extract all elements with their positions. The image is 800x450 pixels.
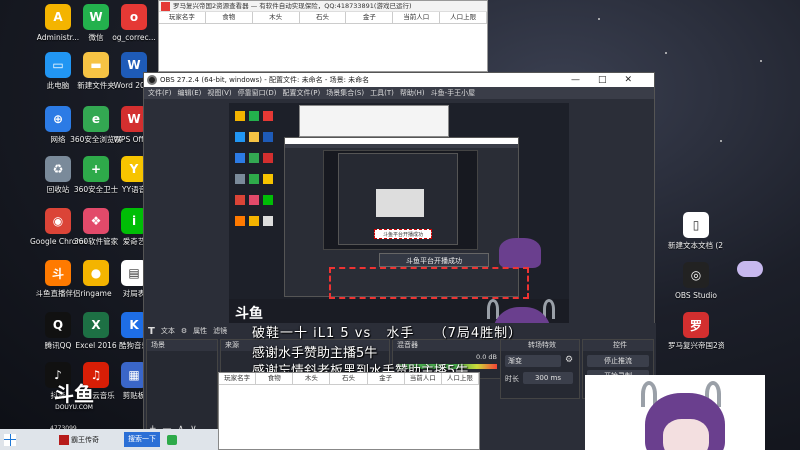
streamer-avatar-large	[585, 375, 765, 450]
properties-button[interactable]: 属性	[193, 326, 207, 336]
column-header[interactable]: 玩家名字	[219, 373, 257, 384]
obs-title: OBS 27.2.4 (64-bit, windows) - 配置文件: 未命名…	[160, 76, 370, 84]
nested-toast: 斗鱼平台开播成功	[374, 229, 432, 239]
controls-panel-title: 控件	[583, 340, 653, 351]
nested-douyu-logo: 斗鱼	[235, 306, 263, 322]
transition-gear-icon[interactable]: ⚙	[565, 355, 573, 365]
duration-input[interactable]: 300 ms	[523, 372, 573, 384]
menu-item[interactable]: 斗鱼-手王小屋	[431, 87, 476, 99]
desktop-icon[interactable]: ◎ OBS Studio	[668, 262, 724, 300]
column-header[interactable]: 人口上限	[442, 373, 479, 384]
taskbar-green-icon[interactable]	[167, 434, 177, 445]
scenes-panel[interactable]: 场景 + — ∧ ∨	[146, 339, 218, 437]
game-app-icon	[59, 434, 69, 445]
desktop-app-icon: 罗	[683, 312, 709, 338]
windows-start-icon[interactable]	[4, 433, 16, 446]
douyu-watermark: 斗鱼 DOUYU.COM 4773099	[44, 384, 104, 432]
nested-avatar	[499, 238, 541, 268]
source-toolbar: T 文本 ⚙ 属性 滤镜	[148, 325, 227, 337]
desktop-icon-label: 新建文本文档 (2)	[668, 241, 724, 250]
star	[665, 52, 667, 54]
stop-streaming-button[interactable]: 停止推流	[587, 355, 649, 367]
column-header[interactable]: 石头	[300, 12, 347, 23]
window-controls[interactable]: —□✕	[571, 73, 650, 87]
desktop-icon[interactable]: ▯ 新建文本文档 (2)	[668, 212, 724, 250]
mixer-db: 0.0 dB	[476, 353, 497, 361]
stream-success-toast: 斗鱼平台开播成功	[379, 253, 489, 267]
app-icon	[161, 2, 170, 11]
douyu-domain: DOUYU.COM	[55, 404, 93, 411]
menu-item[interactable]: 工具(T)	[370, 87, 394, 99]
minimize-button[interactable]: —	[571, 75, 598, 85]
desktop-icon[interactable]: 罗罗马复兴帝国2资源器	[668, 312, 724, 350]
menu-item[interactable]: 场景集合(S)	[326, 87, 364, 99]
star	[598, 18, 600, 20]
taskbar-search-button[interactable]: 搜索一下	[124, 432, 160, 447]
mixer-panel-title: 混音器	[393, 340, 501, 351]
obs-titlebar[interactable]: OBS 27.2.4 (64-bit, windows) - 配置文件: 未命名…	[144, 73, 654, 87]
column-header[interactable]: 石头	[330, 373, 368, 384]
desktop-icon-label: 罗马复兴帝国2资源器	[668, 341, 724, 350]
obs-menubar: 文件(F) 编辑(E) 视图(V) 停靠窗口(D) 配置文件(P) 场景集合(S) 工具(T…	[144, 87, 654, 99]
scenes-panel-title: 场景	[147, 340, 217, 351]
column-header[interactable]: 金子	[346, 12, 394, 23]
obs-preview[interactable]: 斗鱼平台开播成功 斗鱼平台开播成功 斗鱼	[229, 103, 569, 353]
nested-icon-column	[233, 107, 281, 307]
filters-button[interactable]: 滤镜	[213, 326, 227, 336]
gear-icon[interactable]: ⚙	[181, 327, 187, 335]
menu-item[interactable]: 编辑(E)	[178, 87, 202, 99]
bottom-table-header: 玩家名字 食物 木头 石头 金子 当前人口 人口上限	[219, 373, 479, 385]
source-text-label: 文本	[160, 327, 175, 335]
bottom-resource-table[interactable]: 玩家名字 食物 木头 石头 金子 当前人口 人口上限	[218, 372, 480, 450]
text-source-icon: T	[148, 325, 155, 337]
menu-item[interactable]: 停靠窗口(D)	[238, 87, 277, 99]
desktop-app-icon: ▯	[683, 212, 709, 238]
star	[720, 140, 722, 142]
resource-viewer-window[interactable]: 罗马复兴帝国2资源查看器 — 有软件自动实现保险，QQ:418733891(游戏…	[158, 0, 488, 72]
column-header[interactable]: 当前人口	[405, 373, 442, 384]
chat-bubble-icon	[737, 261, 763, 277]
obs-logo-icon	[147, 75, 157, 85]
menu-item[interactable]: 文件(F)	[148, 87, 172, 99]
maximize-button[interactable]: □	[598, 75, 625, 85]
taskbar-app-label: 霸王传奇	[71, 435, 99, 444]
menu-item[interactable]: 帮助(H)	[400, 87, 425, 99]
resource-table-header: 玩家名字 食物 木头 石头 金子 当前人口 人口上限	[159, 12, 488, 24]
menu-item[interactable]: 视图(V)	[207, 87, 231, 99]
column-header[interactable]: 木头	[253, 12, 300, 23]
desktop-icon-label: OBS Studio	[675, 291, 717, 300]
column-header[interactable]: 当前人口	[393, 12, 441, 23]
menu-item[interactable]: 配置文件(P)	[283, 87, 321, 99]
transitions-panel-title: 转场特效	[501, 340, 579, 351]
column-header[interactable]: 食物	[256, 373, 294, 384]
star	[760, 60, 762, 62]
match-format: （7局4胜制）	[433, 326, 523, 341]
desktop-app-icon: ◎	[683, 262, 709, 288]
highlight-box	[329, 267, 529, 299]
column-header[interactable]: 人口上限	[440, 12, 488, 23]
match-left: 破鞋一十 iL1 5 vs	[252, 326, 372, 341]
duration-label: 时长	[505, 375, 519, 383]
column-header[interactable]: 金子	[368, 373, 405, 384]
column-header[interactable]: 木头	[293, 373, 331, 384]
desktop-app-icon: o	[121, 4, 147, 30]
resource-viewer-titlebar[interactable]: 罗马复兴帝国2资源查看器 — 有软件自动实现保险，QQ:418733891(游戏…	[159, 1, 487, 12]
taskbar: 霸王传奇 搜索一下	[0, 429, 218, 450]
douyu-logo: 斗鱼	[54, 382, 94, 406]
column-header[interactable]: 玩家名字	[159, 12, 206, 23]
match-score-text: 破鞋一十 iL1 5 vs 水手 （7局4胜制）	[252, 322, 522, 341]
match-right: 水手	[386, 326, 415, 341]
close-button[interactable]: ✕	[624, 75, 650, 85]
nested-preview: 斗鱼平台开播成功	[323, 150, 478, 250]
transition-select[interactable]: 渐变	[505, 355, 561, 367]
column-header[interactable]: 食物	[206, 12, 253, 23]
taskbar-app-item[interactable]: 霸王传奇	[59, 434, 99, 445]
resource-viewer-title: 罗马复兴帝国2资源查看器 — 有软件自动实现保险，QQ:418733891(游戏…	[173, 2, 412, 10]
transitions-panel[interactable]: 转场特效 渐变 ⚙ 时长 300 ms	[500, 339, 580, 399]
nested-resource-window	[299, 105, 449, 137]
donation-message-1: 感谢水手赞助主播5牛	[252, 346, 378, 361]
